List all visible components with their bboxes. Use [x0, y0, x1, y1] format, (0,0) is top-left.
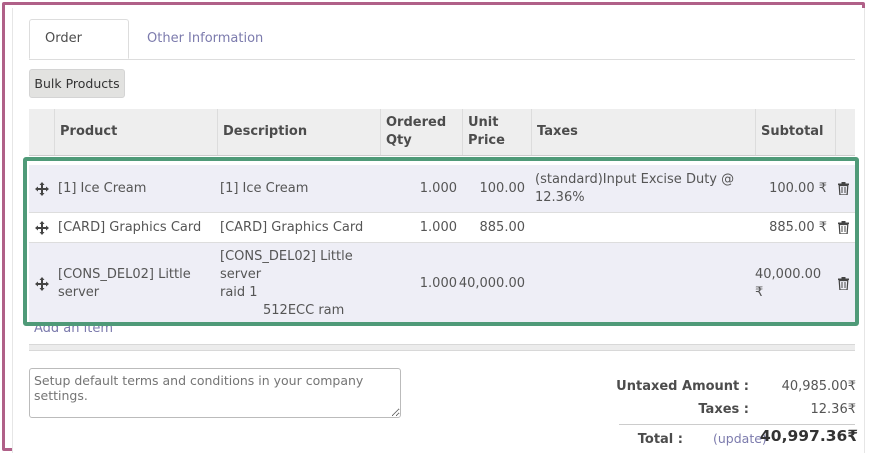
- qty-cell[interactable]: 1.000: [379, 213, 461, 242]
- description-line: server: [220, 266, 262, 282]
- header-subtotal[interactable]: Subtotal: [755, 109, 835, 155]
- product-cell[interactable]: [CARD] Graphics Card: [54, 213, 241, 242]
- terms-conditions-field[interactable]: [29, 368, 401, 418]
- product-cell[interactable]: [CONS_DEL02] Little server: [54, 243, 214, 324]
- tab-order-lines[interactable]: Order Lines: [29, 19, 129, 84]
- header-delete-column: [835, 109, 855, 155]
- total-value: 40,997.36₹: [760, 427, 859, 445]
- taxes-label: Taxes :: [698, 402, 749, 417]
- qty-cell[interactable]: 1.000: [379, 165, 461, 212]
- order-lines-table: Product Description Ordered Qty Unit Pri…: [29, 109, 855, 325]
- untaxed-amount-label: Untaxed Amount :: [616, 379, 749, 394]
- taxes-cell[interactable]: [531, 213, 751, 242]
- description-line: 512ECC ram: [263, 302, 345, 318]
- taxes-value: 12.36₹: [810, 402, 857, 417]
- trash-icon[interactable]: [831, 213, 855, 242]
- table-row[interactable]: [CARD] Graphics Card [CARD] Graphics Car…: [29, 213, 855, 243]
- qty-cell[interactable]: 1.000: [379, 243, 461, 324]
- trash-icon[interactable]: [831, 165, 855, 212]
- total-label: Total :: [637, 432, 683, 447]
- description-cell[interactable]: [CARD] Graphics Card: [216, 213, 379, 242]
- table-header: Product Description Ordered Qty Unit Pri…: [29, 109, 855, 156]
- header-handle-column: [29, 109, 54, 155]
- description-line: raid 1: [220, 284, 258, 300]
- subtotal-cell: 885.00 ₹: [769, 219, 827, 235]
- notebook-tabs: Order Lines Other Information: [29, 19, 855, 84]
- description-cell[interactable]: [1] Ice Cream: [216, 165, 379, 212]
- tab-other-information[interactable]: Other Information: [132, 19, 278, 59]
- drag-handle-icon[interactable]: [29, 213, 54, 242]
- description-cell[interactable]: [CONS_DEL02] Little server raid 1 512ECC…: [216, 243, 379, 324]
- header-description[interactable]: Description: [217, 109, 380, 155]
- header-ordered-qty[interactable]: Ordered Qty: [380, 109, 462, 155]
- section-divider: [29, 344, 855, 351]
- total-divider: [619, 424, 855, 425]
- unit-price-cell[interactable]: 100.00: [461, 165, 529, 212]
- drag-handle-icon[interactable]: [29, 243, 54, 324]
- untaxed-amount-value: 40,985.00₹: [781, 379, 856, 394]
- description-line: [CONS_DEL02] Little: [220, 248, 353, 264]
- table-row[interactable]: [CONS_DEL02] Little server [CONS_DEL02] …: [29, 243, 855, 325]
- add-item-link[interactable]: Add an item: [34, 321, 113, 336]
- update-link[interactable]: (update): [713, 431, 767, 446]
- trash-icon[interactable]: [831, 243, 855, 324]
- header-taxes[interactable]: Taxes: [531, 109, 755, 155]
- subtotal-cell: 100.00 ₹: [769, 180, 827, 196]
- unit-price-cell[interactable]: 885.00: [461, 213, 529, 242]
- header-product[interactable]: Product: [54, 109, 217, 155]
- header-unit-price[interactable]: Unit Price: [462, 109, 531, 155]
- taxes-cell[interactable]: [531, 243, 751, 324]
- subtotal-cell: 40,000.00 ₹: [755, 266, 822, 300]
- drag-handle-icon[interactable]: [29, 165, 54, 212]
- table-row[interactable]: [1] Ice Cream [1] Ice Cream 1.000 100.00…: [29, 165, 855, 213]
- bulk-products-button[interactable]: Bulk Products: [29, 69, 125, 98]
- taxes-cell[interactable]: (standard)Input Excise Duty @ 12.36%: [531, 165, 751, 212]
- product-cell[interactable]: [1] Ice Cream: [54, 165, 241, 212]
- unit-price-cell[interactable]: 40,000.00: [459, 243, 529, 324]
